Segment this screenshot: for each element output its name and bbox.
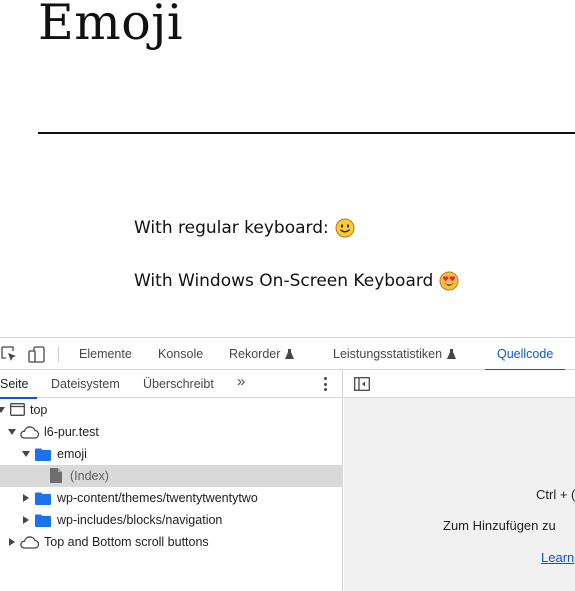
- tab-performance-insights-label: Leistungsstatistiken: [333, 347, 443, 361]
- tab-console-label: Konsole: [158, 347, 204, 361]
- expand-arrow-icon[interactable]: [9, 538, 15, 546]
- tab-page[interactable]: Seite: [0, 370, 36, 399]
- heart-eyes-face-icon: [439, 271, 459, 291]
- folder-icon: [35, 514, 51, 527]
- frame-icon: [10, 403, 25, 416]
- experimental-flask-icon: [285, 349, 295, 359]
- toggle-navigator-icon[interactable]: [354, 377, 370, 391]
- tree-item-label: wp-includes/blocks/navigation: [57, 513, 223, 527]
- cloud-icon: [20, 426, 40, 439]
- more-tabs-chevron-icon[interactable]: »: [237, 373, 245, 390]
- paragraph-regular-keyboard: With regular keyboard:: [134, 218, 355, 238]
- tab-recorder[interactable]: Rekorder: [229, 338, 295, 370]
- expand-arrow-icon[interactable]: [23, 494, 29, 502]
- tree-item-label: l6-pur.test: [44, 425, 99, 439]
- tree-item-label: (Index): [70, 469, 109, 483]
- devtools-tab-bar: Elemente Konsole Rekorder Leistungsstati…: [0, 338, 575, 371]
- navigator-tab-bar: Seite Dateisystem Überschreibt »: [0, 370, 343, 399]
- editor-toolbar: [344, 370, 575, 398]
- tree-item-index-file[interactable]: (Index): [0, 465, 343, 487]
- tab-console[interactable]: Konsole: [158, 338, 203, 370]
- cloud-icon: [20, 536, 40, 549]
- shortcut-hint: Ctrl + (: [536, 487, 575, 502]
- expand-arrow-icon[interactable]: [23, 516, 29, 524]
- expand-arrow-icon[interactable]: [22, 451, 30, 457]
- tab-sources[interactable]: Quellcode: [484, 338, 566, 371]
- tree-item-top[interactable]: top: [0, 399, 343, 421]
- tree-item-wp-content-folder[interactable]: wp-content/themes/twentytwentytwo: [0, 487, 343, 509]
- tab-filesystem[interactable]: Dateisystem: [51, 370, 120, 398]
- tab-elements[interactable]: Elemente: [79, 338, 132, 370]
- page-separator: [38, 132, 575, 134]
- learn-more-link[interactable]: Learn: [541, 550, 574, 565]
- page-content: Emoji With regular keyboard: With Window…: [0, 0, 575, 337]
- tab-overrides[interactable]: Überschreibt: [143, 370, 214, 398]
- devtools-panel: Elemente Konsole Rekorder Leistungsstati…: [0, 337, 575, 591]
- page-title: Emoji: [38, 0, 184, 51]
- tree-item-wp-includes-folder[interactable]: wp-includes/blocks/navigation: [0, 509, 343, 531]
- slightly-smiling-face-icon: [335, 218, 355, 238]
- tree-item-extension[interactable]: Top and Bottom scroll buttons: [0, 531, 343, 553]
- expand-arrow-icon[interactable]: [0, 407, 5, 413]
- tree-item-label: Top and Bottom scroll buttons: [44, 535, 209, 549]
- paragraph-onscreen-keyboard: With Windows On-Screen Keyboard: [134, 271, 459, 291]
- tab-recorder-label: Rekorder: [229, 347, 281, 361]
- sources-editor: Ctrl + ( Zum Hinzufügen zu Learn: [344, 370, 575, 591]
- tree-item-label: wp-content/themes/twentytwentytwo: [57, 491, 258, 505]
- tree-item-emoji-folder[interactable]: emoji: [0, 443, 343, 465]
- paragraph-regular-keyboard-text: With regular keyboard:: [134, 218, 329, 238]
- tab-performance-insights[interactable]: Leistungsstatistiken: [333, 338, 457, 370]
- tree-item-label: top: [30, 403, 48, 417]
- sources-navigator: Seite Dateisystem Überschreibt » top l6-…: [0, 370, 343, 591]
- tree-item-domain[interactable]: l6-pur.test: [0, 421, 343, 443]
- device-toolbar-icon[interactable]: [28, 345, 46, 363]
- inspect-element-icon[interactable]: [0, 345, 18, 363]
- tree-item-label: emoji: [57, 447, 87, 461]
- add-folder-hint: Zum Hinzufügen zu: [443, 518, 556, 533]
- expand-arrow-icon[interactable]: [8, 429, 16, 435]
- file-icon: [50, 468, 62, 483]
- folder-icon: [35, 492, 51, 505]
- paragraph-onscreen-keyboard-text: With Windows On-Screen Keyboard: [134, 271, 434, 291]
- experimental-flask-icon: [447, 349, 457, 359]
- tab-sources-label: Quellcode: [497, 347, 554, 361]
- more-options-kebab-icon[interactable]: [320, 376, 330, 392]
- folder-icon: [35, 448, 51, 461]
- toolbar-divider: [58, 346, 59, 362]
- tab-elements-label: Elemente: [79, 347, 132, 361]
